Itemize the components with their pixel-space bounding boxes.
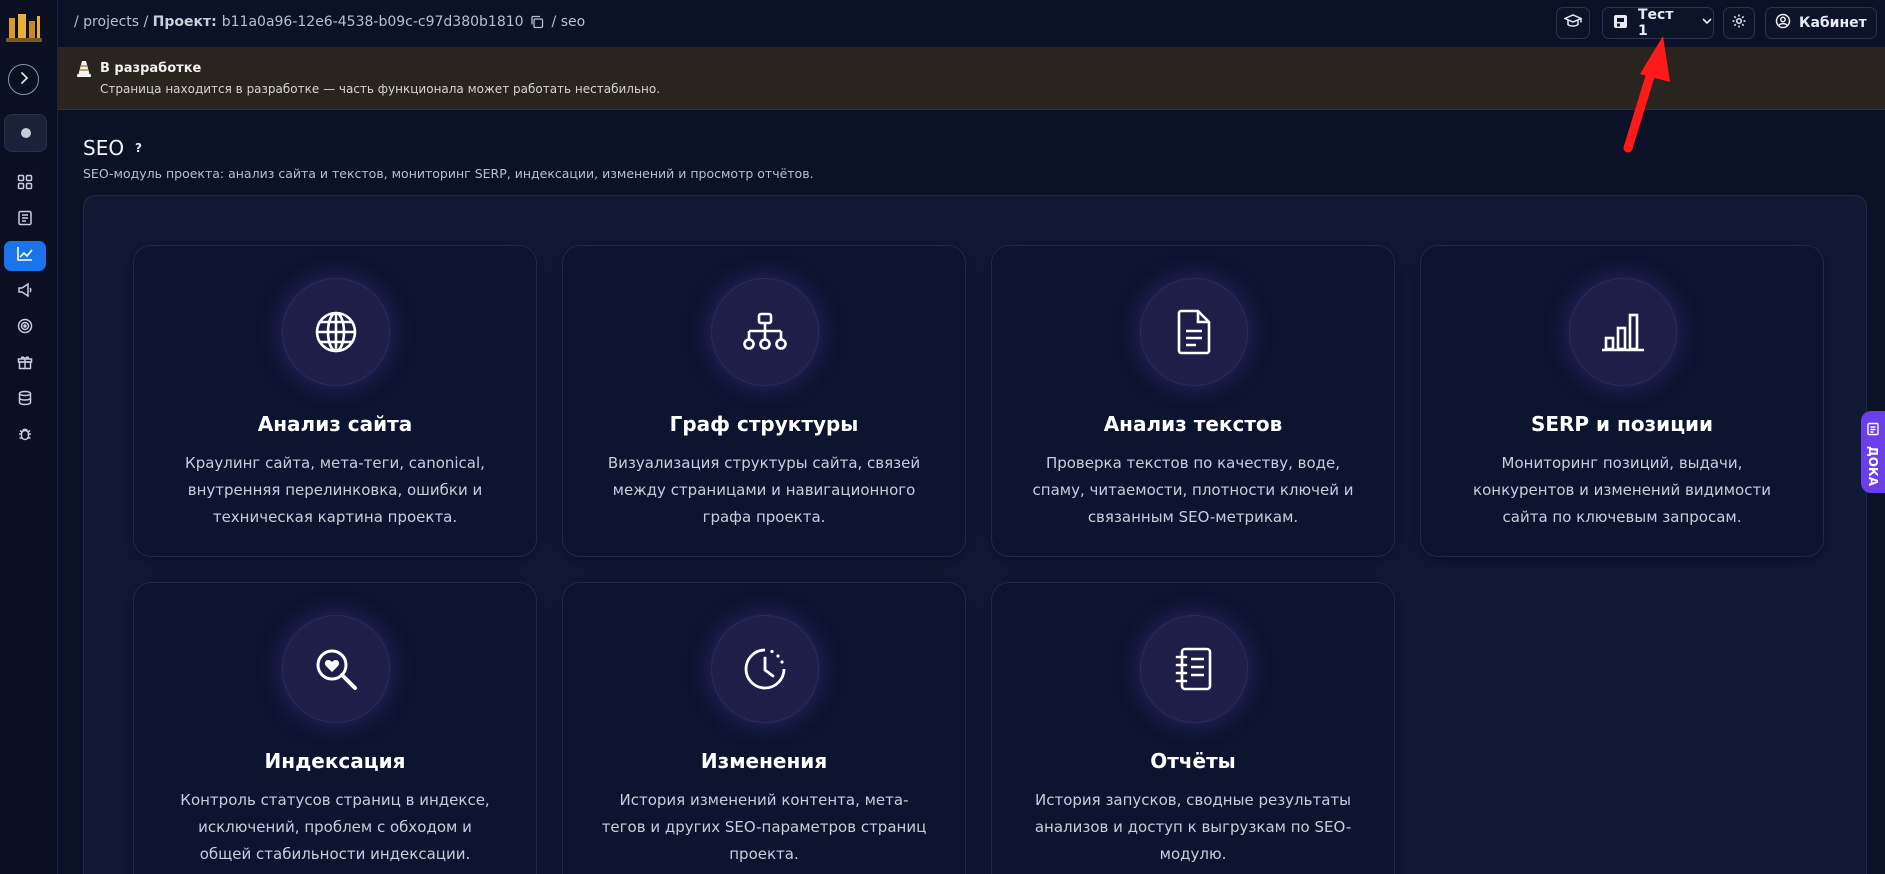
clock-icon xyxy=(711,615,819,723)
education-button[interactable] xyxy=(1556,7,1590,39)
card-description: История изменений контента, мета-тегов и… xyxy=(601,791,927,863)
status-indicator[interactable] xyxy=(4,114,47,152)
globe-icon xyxy=(282,278,390,386)
nav-marketing[interactable] xyxy=(4,277,46,307)
article-icon xyxy=(17,210,33,230)
graduation-cap-icon xyxy=(1563,13,1583,33)
card-indexing[interactable]: Индексация Контроль статусов страниц в и… xyxy=(133,582,537,874)
settings-button[interactable] xyxy=(1723,7,1755,39)
notebook-icon xyxy=(1140,615,1248,723)
megaphone-icon xyxy=(17,282,33,302)
breadcrumb: / projects / Проект: b11a0a96-12e6-4538-… xyxy=(74,14,585,30)
copy-icon[interactable] xyxy=(530,15,544,29)
card-title: Изменения xyxy=(700,749,828,773)
nav-targets[interactable] xyxy=(4,313,46,343)
nav-database[interactable] xyxy=(4,385,46,415)
search-heart-icon xyxy=(282,615,390,723)
line-chart-icon xyxy=(16,246,34,266)
nav-debug[interactable] xyxy=(4,421,46,451)
card-title: Граф структуры xyxy=(669,412,859,436)
nav-gifts[interactable] xyxy=(4,349,46,379)
card-reports[interactable]: Отчёты История запусков, сводные результ… xyxy=(991,582,1395,874)
help-icon[interactable]: ? xyxy=(130,140,147,157)
document-icon xyxy=(1140,278,1248,386)
card-description: История запусков, сводные результаты ана… xyxy=(1034,791,1352,863)
docs-tab-label: ДОКА xyxy=(1866,446,1880,486)
nav-dashboard[interactable] xyxy=(4,169,46,199)
card-description: Краулинг сайта, мета-теги, canonical, вн… xyxy=(185,454,485,526)
card-title: SERP и позиции xyxy=(1530,412,1714,436)
cabinet-button[interactable]: Кабинет xyxy=(1765,7,1877,39)
gift-icon xyxy=(17,354,33,374)
card-serp-positions[interactable]: SERP и позиции Мониторинг позиций, выдач… xyxy=(1420,245,1824,557)
card-description: Мониторинг позиций, выдачи, конкурентов … xyxy=(1473,454,1771,526)
breadcrumb-project-id[interactable]: b11a0a96-12e6-4538-b09c-c97d380b1810 xyxy=(222,14,524,30)
card-title: Анализ сайта xyxy=(257,412,413,436)
target-icon xyxy=(17,318,33,338)
grid-icon xyxy=(17,174,33,194)
cabinet-label: Кабинет xyxy=(1799,15,1867,31)
card-title: Отчёты xyxy=(1150,749,1236,773)
breadcrumb-projects[interactable]: / projects / xyxy=(74,14,148,30)
card-site-analysis[interactable]: Анализ сайта Краулинг сайта, мета-теги, … xyxy=(133,245,537,557)
page-title: SEO xyxy=(83,136,125,160)
docs-tab[interactable]: ДОКА xyxy=(1861,411,1885,493)
breadcrumb-current: / seo xyxy=(551,14,586,30)
banner-text: Страница находится в разработке — часть … xyxy=(100,82,661,96)
card-title: Анализ текстов xyxy=(1103,412,1283,436)
card-description: Проверка текстов по качеству, воде, спам… xyxy=(1032,454,1354,526)
card-changes[interactable]: Изменения История изменений контента, ме… xyxy=(562,582,966,874)
nav-seo[interactable] xyxy=(4,241,46,271)
database-icon xyxy=(17,390,33,410)
bug-icon xyxy=(17,426,33,446)
annotation-arrow-icon xyxy=(1600,30,1680,164)
sidebar-expand-button[interactable] xyxy=(8,64,39,95)
app-logo[interactable] xyxy=(6,12,42,44)
nav-content[interactable] xyxy=(4,205,46,235)
modules-panel: Анализ сайта Краулинг сайта, мета-теги, … xyxy=(83,195,1867,874)
gear-icon xyxy=(1731,13,1747,33)
traffic-cone-icon xyxy=(76,60,92,82)
page-subtitle: SEO-модуль проекта: анализ сайта и текст… xyxy=(83,166,814,181)
sitemap-icon xyxy=(711,278,819,386)
card-description: Контроль статусов страниц в индексе, иск… xyxy=(180,791,490,863)
chevron-down-icon xyxy=(1701,15,1713,31)
docs-icon xyxy=(1866,421,1880,440)
status-dot-icon xyxy=(20,128,31,138)
card-title: Индексация xyxy=(264,749,406,773)
banner-title: В разработке xyxy=(100,61,202,76)
bar-chart-icon xyxy=(1569,278,1677,386)
sidebar xyxy=(0,0,58,874)
card-structure-graph[interactable]: Граф структуры Визуализация структуры са… xyxy=(562,245,966,557)
user-circle-icon xyxy=(1775,13,1791,33)
chevron-right-icon xyxy=(17,70,31,89)
card-description: Визуализация структуры сайта, связей меж… xyxy=(607,454,921,526)
breadcrumb-project-label: Проект: xyxy=(152,14,217,30)
card-text-analysis[interactable]: Анализ текстов Проверка текстов по качес… xyxy=(991,245,1395,557)
